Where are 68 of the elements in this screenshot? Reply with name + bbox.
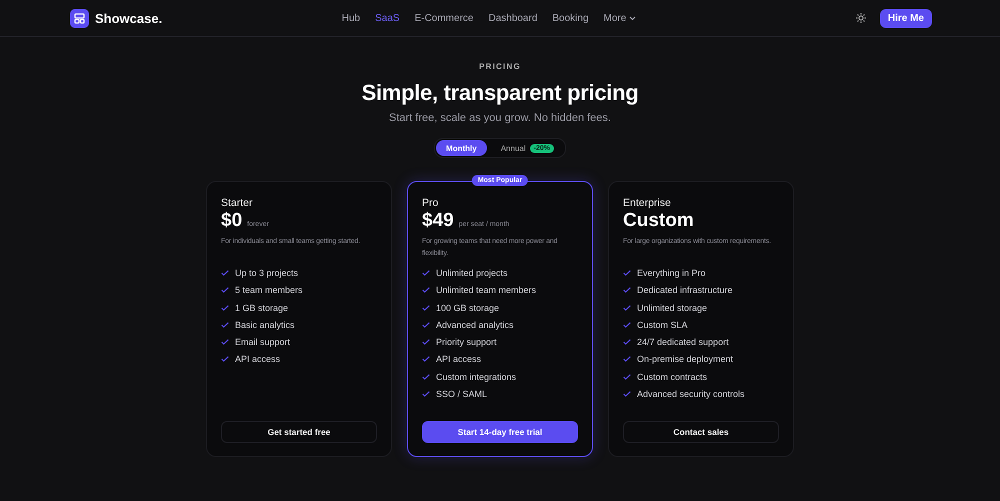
more-menu[interactable]: More xyxy=(604,12,636,24)
check-icon xyxy=(422,391,430,398)
feature-text: 24/7 dedicated support xyxy=(637,337,729,348)
check-icon xyxy=(221,287,229,294)
feature-text: Dedicated infrastructure xyxy=(637,285,733,296)
billing-option[interactable]: Monthly xyxy=(436,140,487,156)
check-icon xyxy=(623,287,631,294)
feature-text: Priority support xyxy=(436,337,497,348)
chevron-down-icon xyxy=(629,16,636,20)
feature-text: Everything in Pro xyxy=(637,268,706,278)
sun-icon[interactable] xyxy=(856,13,866,23)
check-icon xyxy=(221,304,229,311)
feature-text: Unlimited team members xyxy=(436,285,536,296)
check-icon xyxy=(623,304,631,311)
check-icon xyxy=(623,322,631,328)
check-icon xyxy=(422,339,430,346)
check-icon xyxy=(623,356,631,362)
nav-link[interactable]: E-Commerce xyxy=(414,12,474,24)
feature-text: Custom integrations xyxy=(436,372,516,382)
feature-text: API access xyxy=(436,354,482,364)
plan-button[interactable]: Contact sales xyxy=(623,421,779,443)
brand-name: Showcase. xyxy=(95,10,162,26)
feature-text: Unlimited projects xyxy=(436,268,508,278)
check-icon xyxy=(623,270,631,276)
nav-link[interactable]: Booking xyxy=(552,12,589,24)
feature-text: Basic analytics xyxy=(235,320,295,330)
feature-text: SSO / SAML xyxy=(436,389,488,400)
logo-icon xyxy=(70,8,89,28)
plan-name: Pro xyxy=(422,197,440,209)
page-subtitle: Start free, scale as you grow. No hidden fees. xyxy=(389,112,611,124)
feature-text: 100 GB storage xyxy=(436,302,500,313)
feature-text: On-premise deployment xyxy=(637,354,734,364)
nav-link[interactable]: Dashboard xyxy=(488,12,538,24)
section-eyebrow: PRICING xyxy=(479,62,521,71)
nav-link[interactable]: SaaS xyxy=(375,12,400,24)
check-icon xyxy=(422,356,430,362)
nav-link[interactable]: Hub xyxy=(342,12,360,24)
check-icon xyxy=(422,322,430,328)
feature-text: Custom contracts xyxy=(637,372,708,382)
feature-text: Unlimited storage xyxy=(637,302,708,313)
check-icon xyxy=(623,339,631,346)
check-icon xyxy=(422,374,430,380)
feature-text: API access xyxy=(235,354,280,364)
check-icon xyxy=(221,270,229,276)
page-title: Simple, transparent pricing xyxy=(362,80,638,106)
feature-text: Custom SLA xyxy=(637,320,688,330)
feature-text: Email support xyxy=(235,337,290,348)
check-icon xyxy=(623,374,631,380)
check-icon xyxy=(422,304,430,311)
check-icon xyxy=(221,356,229,362)
feature-text: 5 team members xyxy=(235,285,303,296)
plan-price: Custom xyxy=(623,210,694,232)
plan-name: Enterprise xyxy=(623,197,672,209)
feature-text: Up to 3 projects xyxy=(235,268,298,278)
check-icon xyxy=(221,339,229,346)
check-icon xyxy=(422,270,430,276)
plan-price: $49 xyxy=(422,210,454,232)
feature-text: 1 GB storage xyxy=(235,302,288,313)
plan-button[interactable]: Start 14-day free trial xyxy=(422,421,578,443)
plan-button[interactable]: Get started free xyxy=(221,421,377,443)
check-icon xyxy=(221,322,229,328)
plan-price: $0 xyxy=(221,210,242,232)
check-icon xyxy=(623,391,631,398)
plan-name: Starter xyxy=(221,197,254,209)
feature-text: Advanced security controls xyxy=(637,389,745,400)
hire-me-button[interactable]: Hire Me xyxy=(880,8,932,28)
feature-text: Advanced analytics xyxy=(436,320,514,330)
check-icon xyxy=(422,287,430,294)
